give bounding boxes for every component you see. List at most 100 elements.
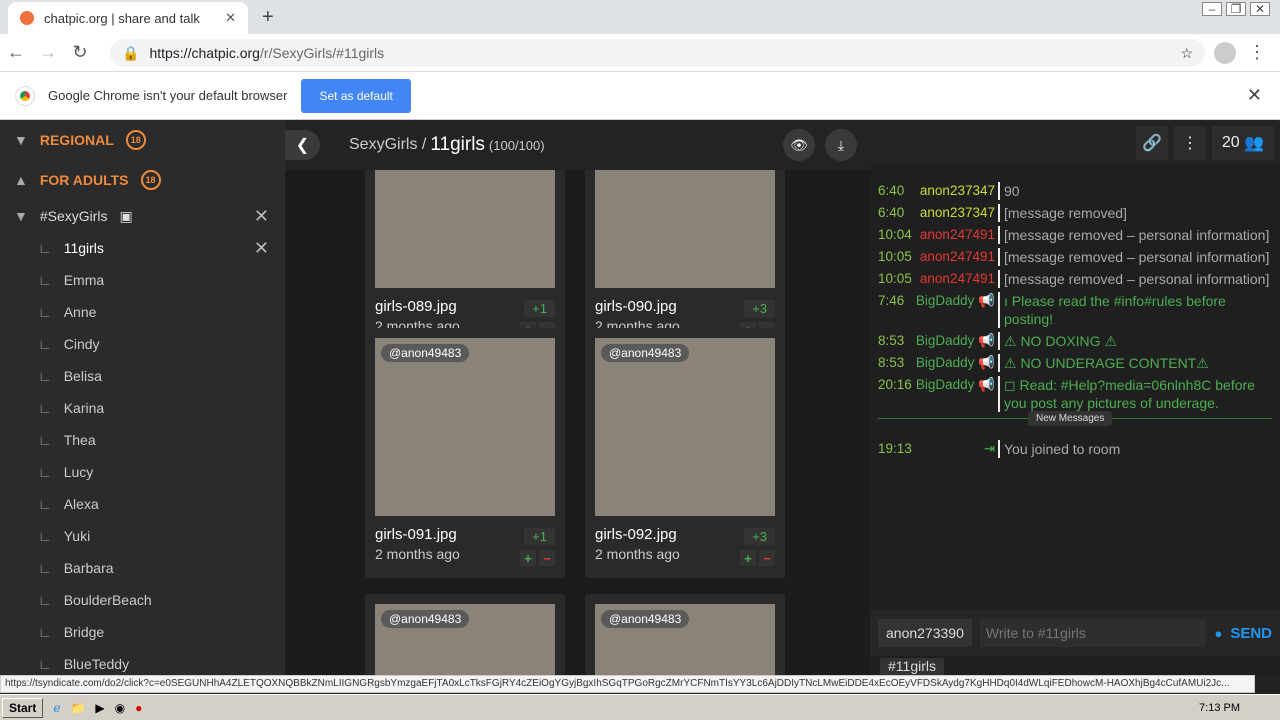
eye-button[interactable]: 👁 xyxy=(783,129,815,161)
browser-tab[interactable]: chatpic.org | share and talk ✕ xyxy=(8,2,248,34)
msg-text: [message removed – personal information] xyxy=(998,270,1280,288)
downvote-icon[interactable]: − xyxy=(539,550,555,566)
uploader-tag[interactable]: @anon49483 xyxy=(601,610,690,628)
msg-text: [message removed] xyxy=(998,204,1280,222)
msg-text: [message removed – personal information] xyxy=(998,248,1280,266)
subroom-item[interactable]: ∟ Thea xyxy=(0,424,285,456)
upvote-icon[interactable]: + xyxy=(520,550,536,566)
infobar-close-icon[interactable]: ✕ xyxy=(1247,85,1262,106)
send-button[interactable]: SEND xyxy=(1230,625,1272,642)
chat-message: 8:53 BigDaddy 📢 ⚠ NO DOXING ⚠ xyxy=(870,330,1280,352)
room-label: #SexyGirls xyxy=(39,208,108,224)
set-default-button[interactable]: Set as default xyxy=(301,78,411,113)
new-tab-button[interactable]: + xyxy=(262,6,274,29)
subroom-item[interactable]: ∟ Bridge xyxy=(0,616,285,648)
section-regional[interactable]: ▼ REGIONAL 18 xyxy=(0,120,285,160)
uploader-tag[interactable]: @anon49483 xyxy=(381,344,470,362)
section-for-adults[interactable]: ▲ FOR ADULTS 18 xyxy=(0,160,285,200)
image-card[interactable]: @anon49483 xyxy=(585,594,785,675)
forward-icon[interactable]: → xyxy=(32,42,64,63)
close-tab-icon[interactable]: ✕ xyxy=(225,10,236,26)
upvote-icon[interactable]: + xyxy=(740,550,756,566)
caret-down-icon: ▼ xyxy=(14,208,28,224)
restore-icon[interactable]: ❐ xyxy=(1226,2,1246,16)
uploader-tag[interactable]: @anon49483 xyxy=(381,610,470,628)
file-name: girls-092.jpg xyxy=(595,526,677,543)
msg-time: 19:13 xyxy=(878,441,912,456)
upload-age: 2 months ago xyxy=(595,546,680,562)
more-icon[interactable]: ⋮ xyxy=(1174,126,1206,160)
close-subroom-icon[interactable]: ✕ xyxy=(254,238,269,259)
bookmark-star-icon[interactable]: ☆ xyxy=(1180,45,1193,62)
gallery-room[interactable]: SexyGirls xyxy=(349,136,417,154)
adult-badge: 18 xyxy=(140,170,161,190)
msg-user[interactable]: anon237347 xyxy=(920,205,995,220)
start-button[interactable]: Start xyxy=(2,697,44,718)
back-icon[interactable]: ← xyxy=(0,42,32,63)
reload-icon[interactable]: ↻ xyxy=(64,42,96,63)
uploader-tag[interactable]: @anon49483 xyxy=(601,344,690,362)
megaphone-icon: 📢 xyxy=(978,293,995,308)
subroom-item[interactable]: ∟ Anne xyxy=(0,296,285,328)
message-list[interactable]: 6:40 anon237347 90 6:40 anon237347 [message r… xyxy=(870,165,1280,610)
branch-icon: ∟ xyxy=(38,336,52,352)
opera-icon[interactable]: ● xyxy=(135,701,142,715)
subroom-item[interactable]: ∟ 11girls ✕ xyxy=(0,232,285,264)
image-card[interactable]: @anon49483 girls-091.jpg 2 months ago +1 + − xyxy=(365,328,565,578)
separator: / xyxy=(421,136,427,153)
msg-time: 10:05 xyxy=(878,249,912,264)
msg-user[interactable]: BigDaddy xyxy=(916,377,975,392)
profile-avatar[interactable] xyxy=(1214,41,1236,64)
msg-user[interactable]: anon247491 xyxy=(920,271,995,286)
subroom-label: BoulderBeach xyxy=(63,592,152,608)
image-thumbnail[interactable]: @anon49483 xyxy=(595,338,775,516)
menu-icon[interactable]: ⋮ xyxy=(1248,42,1266,63)
branch-icon: ∟ xyxy=(38,272,52,288)
subroom-item[interactable]: ∟ Cindy xyxy=(0,328,285,360)
image-thumbnail[interactable]: @anon49483 xyxy=(375,338,555,516)
subroom-item[interactable]: ∟ Barbara xyxy=(0,552,285,584)
album-title: 11girls xyxy=(430,134,485,155)
image-card[interactable]: @anon49483 xyxy=(365,594,565,675)
image-thumbnail[interactable]: @anon49483 xyxy=(595,604,775,675)
lock-icon: 🔒 xyxy=(122,44,140,61)
download-button[interactable]: ⤓ xyxy=(825,129,857,161)
msg-user[interactable]: BigDaddy xyxy=(916,333,975,348)
image-thumbnail[interactable]: @anon49483 xyxy=(375,604,555,675)
subroom-item[interactable]: ∟ Lucy xyxy=(0,456,285,488)
subroom-item[interactable]: ∟ Karina xyxy=(0,392,285,424)
close-room-icon[interactable]: ✕ xyxy=(254,206,269,227)
subroom-item[interactable]: ∟ BoulderBeach xyxy=(0,584,285,616)
msg-text: ⚠ NO UNDERAGE CONTENT⚠ xyxy=(998,354,1280,372)
message-input[interactable]: Write to #11girls xyxy=(979,619,1207,647)
emoji-icon[interactable]: ● xyxy=(1214,626,1222,641)
subroom-item[interactable]: ∟ Belisa xyxy=(0,360,285,392)
link-icon[interactable]: 🔗 xyxy=(1136,126,1168,160)
msg-user[interactable]: anon237347 xyxy=(920,183,995,198)
room-item[interactable]: ▼ #SexyGirls ▣ ✕ xyxy=(0,200,285,232)
subroom-item[interactable]: ∟ Alexa xyxy=(0,488,285,520)
media-icon[interactable]: ▶ xyxy=(95,701,104,715)
chat-message: 7:46 BigDaddy 📢 ı Please read the #info#ru… xyxy=(870,290,1280,330)
msg-user[interactable]: BigDaddy xyxy=(916,355,975,370)
nickname-button[interactable]: anon273390 xyxy=(878,619,972,647)
vote-count: +1 xyxy=(524,528,555,545)
msg-time: 6:40 xyxy=(878,183,905,198)
folder-icon[interactable]: 📁 xyxy=(70,701,85,715)
window-close-icon[interactable]: ✕ xyxy=(1250,2,1270,16)
channel-tab[interactable]: #11girls xyxy=(880,658,944,675)
msg-user[interactable]: BigDaddy xyxy=(916,293,975,308)
chrome-taskbar-icon[interactable]: ◉ xyxy=(115,701,125,715)
downvote-icon[interactable]: − xyxy=(759,550,775,566)
subroom-item[interactable]: ∟ Emma xyxy=(0,264,285,296)
image-card[interactable]: @anon49483 girls-092.jpg 2 months ago +3 + − xyxy=(585,328,785,578)
msg-user[interactable]: anon247491 xyxy=(920,227,995,242)
subroom-item[interactable]: ∟ Yuki xyxy=(0,520,285,552)
branch-icon: ∟ xyxy=(38,496,52,512)
user-count-button[interactable]: 20 👥 xyxy=(1212,126,1274,160)
msg-user[interactable]: anon247491 xyxy=(920,249,995,264)
minimize-icon[interactable]: – xyxy=(1202,2,1222,16)
back-button[interactable]: ❮ xyxy=(285,130,320,160)
url-input[interactable]: 🔒 https://chatpic.org/r/SexyGirls/#11girl… xyxy=(110,39,1205,67)
ie-icon[interactable]: ℯ xyxy=(53,701,60,715)
